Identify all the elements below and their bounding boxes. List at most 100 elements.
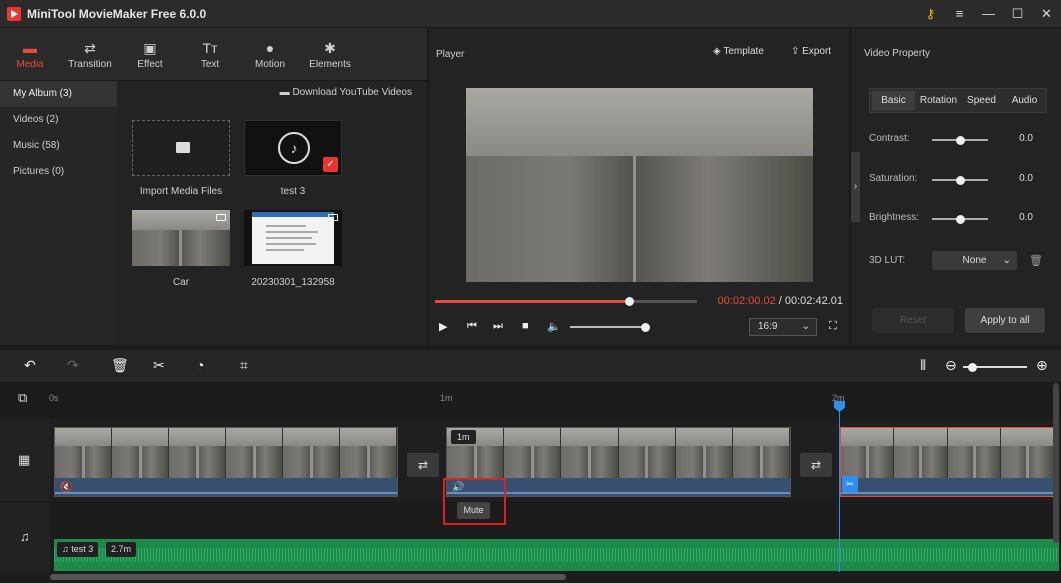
volume-slider[interactable] — [570, 323, 650, 332]
window-controls: ⚷ ≡ — ☐ ✕ — [916, 0, 1061, 27]
layers-icon: ◈ — [713, 46, 721, 57]
video-camera-icon — [216, 214, 226, 221]
tab-text[interactable]: Tт Text — [180, 28, 240, 80]
music-track-header: ♫ — [0, 503, 50, 573]
delete-icon[interactable]: 🗑 — [111, 357, 129, 374]
previous-frame-button[interactable]: ⏮ — [467, 320, 477, 333]
download-youtube-link[interactable]: ▬ Download YouTube Videos — [280, 87, 412, 98]
screenshot-tile-label: 20230301_132958 — [251, 277, 335, 288]
saturation-label: Saturation: — [869, 173, 918, 184]
zoom-out-icon[interactable]: ⊖ — [945, 357, 957, 374]
reset-button[interactable]: Reset — [872, 308, 954, 333]
audio-clip[interactable]: ♫ test 3 2.7m — [54, 539, 1059, 571]
template-button[interactable]: ◈ Template — [713, 46, 764, 57]
contrast-slider[interactable] — [932, 136, 988, 145]
close-icon[interactable]: ✕ — [1032, 6, 1061, 22]
zoom-handle[interactable] — [968, 363, 977, 372]
scrubber-handle[interactable] — [624, 297, 634, 306]
saturation-slider[interactable] — [932, 176, 988, 185]
export-label: Export — [802, 46, 832, 57]
car-tile-label: Car — [172, 277, 190, 288]
sidebar-item-pictures[interactable]: Pictures (0) — [0, 159, 117, 185]
playhead[interactable] — [839, 402, 840, 572]
tab-motion[interactable]: ● Motion — [240, 28, 300, 80]
motion-icon: ● — [265, 39, 275, 56]
video-preview — [466, 88, 813, 282]
export-icon: ⇪ — [791, 46, 800, 57]
tab-speed[interactable]: Speed — [960, 89, 1003, 112]
import-media-label: Import Media Files — [139, 186, 223, 197]
clip-audio-bar — [841, 478, 1054, 496]
brightness-value: 0.0 — [1019, 212, 1033, 223]
sidebar-item-music[interactable]: Music (58) — [0, 133, 117, 159]
split-at-playhead-icon[interactable]: ✂ — [842, 476, 858, 492]
zoom-in-icon[interactable]: ⊕ — [1036, 357, 1048, 374]
brightness-handle[interactable] — [956, 215, 965, 224]
elements-icon: ✱ — [324, 39, 336, 56]
tab-elements[interactable]: ✱ Elements — [300, 28, 360, 80]
tab-rotation[interactable]: Rotation — [917, 89, 960, 112]
stop-button[interactable]: ■ — [522, 320, 529, 332]
muted-speaker-icon[interactable]: 🔇 — [60, 482, 72, 493]
music-tile[interactable]: ♪ ✓ — [244, 120, 342, 176]
transition-slot[interactable]: ⇄ — [407, 453, 439, 477]
horizontal-scrollbar[interactable] — [50, 574, 566, 580]
crop-icon[interactable]: ⌗ — [240, 357, 248, 374]
vertical-scrollbar[interactable] — [1053, 383, 1059, 543]
volume-handle[interactable] — [641, 323, 650, 332]
next-frame-button[interactable]: ⏭ — [493, 320, 503, 333]
text-icon: Tт — [202, 39, 218, 56]
collapse-panel-button[interactable]: › — [851, 152, 860, 222]
tab-effect[interactable]: ▣ Effect — [120, 28, 180, 80]
checkmark-icon[interactable]: ✓ — [323, 157, 338, 172]
volume-icon[interactable]: 🔈 — [547, 320, 561, 333]
contrast-handle[interactable] — [956, 136, 965, 145]
split-icon[interactable]: ✂ — [153, 357, 165, 374]
saturation-handle[interactable] — [956, 176, 965, 185]
aspect-ratio-value: 16:9 — [758, 321, 778, 332]
tab-basic[interactable]: Basic — [872, 91, 915, 110]
transition-slot[interactable]: ⇄ — [800, 453, 832, 477]
clip-frames — [447, 428, 790, 480]
undo-icon[interactable]: ↶ — [24, 357, 36, 374]
video-clip[interactable] — [840, 427, 1055, 497]
play-button[interactable]: ▶ — [439, 320, 447, 333]
aspect-ratio-select[interactable]: 16:9 ⌄ — [749, 318, 817, 336]
add-track-icon[interactable]: ⧉ — [18, 390, 27, 406]
export-button[interactable]: ⇪ Export — [791, 46, 831, 57]
transition-icon: ⇄ — [84, 39, 96, 56]
fullscreen-icon[interactable]: ⛶ — [829, 320, 837, 333]
minimize-icon[interactable]: — — [974, 6, 1003, 21]
sidebar-item-my-album[interactable]: My Album (3) — [0, 81, 117, 107]
tab-label: Motion — [254, 58, 285, 70]
title-bar: MiniTool MovieMaker Free 6.0.0 ⚷ ≡ — ☐ ✕ — [0, 0, 1061, 27]
sidebar-item-videos[interactable]: Videos (2) — [0, 107, 117, 133]
menu-icon[interactable]: ≡ — [945, 6, 974, 21]
fit-timeline-icon[interactable]: ⦀ — [920, 357, 926, 374]
import-media-tile[interactable] — [132, 120, 230, 176]
redo-icon[interactable]: ↷ — [67, 357, 79, 374]
lut-select[interactable]: None ⌄ — [932, 251, 1017, 270]
tab-media[interactable]: ▬ Media — [0, 28, 60, 80]
key-icon[interactable]: ⚷ — [916, 6, 945, 22]
video-clip[interactable]: 🔇 — [54, 427, 398, 497]
timeline-zoom-slider[interactable] — [963, 363, 1027, 372]
tab-transition[interactable]: ⇄ Transition — [60, 28, 120, 80]
time-separator: / — [775, 295, 785, 307]
trash-icon[interactable]: 🗑 — [1029, 254, 1043, 267]
current-time: 00:02:00.02 — [717, 295, 776, 307]
album-sidebar: My Album (3) Videos (2) Music (58) Pictu… — [0, 81, 117, 345]
music-note-icon: ♫ — [20, 529, 30, 544]
maximize-icon[interactable]: ☐ — [1003, 6, 1032, 22]
car-video-tile[interactable] — [132, 210, 230, 266]
playback-scrubber[interactable] — [435, 297, 697, 306]
timeline-ruler[interactable]: ⧉ 0s 1m 2m — [0, 383, 1061, 413]
tab-audio[interactable]: Audio — [1003, 89, 1046, 112]
brightness-slider[interactable] — [932, 215, 988, 224]
screenshot-video-tile[interactable] — [244, 210, 342, 266]
timeline-toolbar: ↶ ↷ 🗑 ✂ ◔ ⌗ ⦀ ⊖ ⊕ — [0, 350, 1061, 382]
download-label: Download YouTube Videos — [292, 87, 412, 98]
video-track-header: ▦ — [0, 419, 50, 501]
speed-icon[interactable]: ◔ — [196, 357, 204, 373]
apply-to-all-button[interactable]: Apply to all — [965, 308, 1045, 333]
